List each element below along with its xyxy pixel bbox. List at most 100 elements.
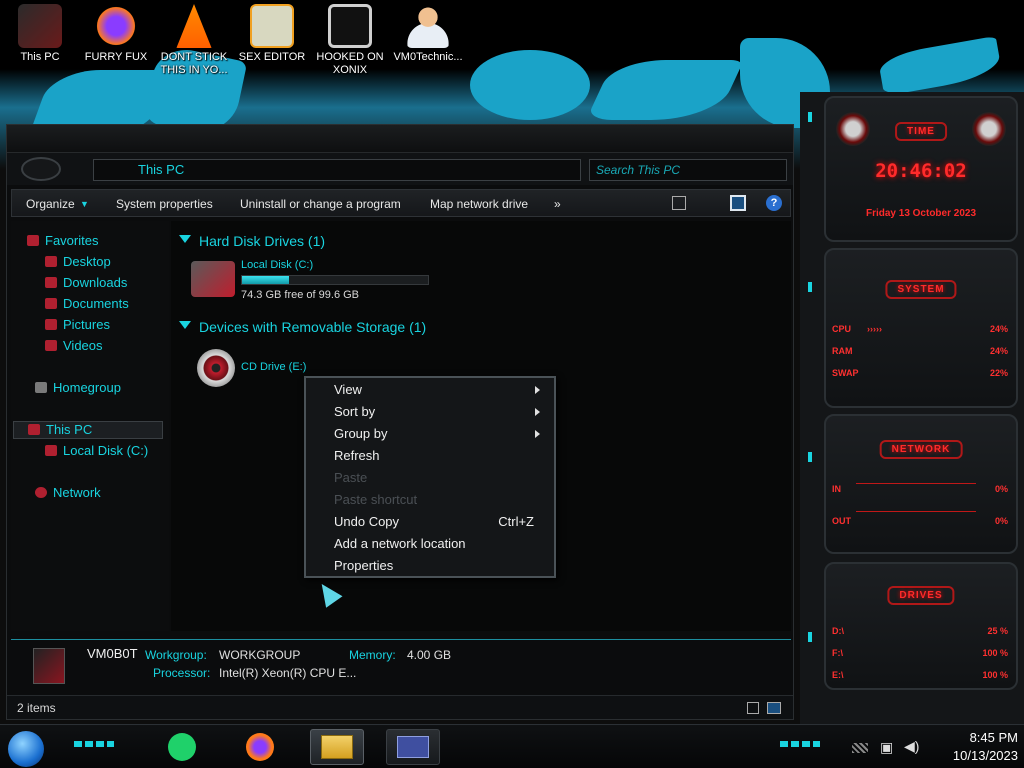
nav-homegroup[interactable]: Homegroup [35, 380, 121, 395]
preview-pane-icon[interactable] [730, 195, 746, 211]
view-options-icon[interactable] [672, 196, 686, 210]
nav-favorites[interactable]: Favorites [27, 233, 98, 248]
more-commands-button[interactable]: » [554, 197, 561, 211]
memory-value: 4.00 GB [407, 648, 452, 662]
uninstall-program-button[interactable]: Uninstall or change a program [240, 197, 401, 211]
computer-icon [33, 648, 65, 684]
taskbar-accent [780, 741, 820, 747]
help-icon[interactable]: ? [766, 195, 782, 211]
menu-item-sort-by[interactable]: Sort by [334, 402, 540, 422]
this-pc-icon [18, 4, 62, 48]
status-bar: 2 items [7, 695, 793, 719]
details-view-icon[interactable] [747, 702, 759, 714]
drive-e-name[interactable]: CD Drive (E:) [241, 361, 306, 373]
network-row-in: IN 0% [832, 484, 1008, 494]
desktop-icon-vlc[interactable]: DONT STICK THIS IN YO... [156, 4, 232, 77]
sidebar-accent [808, 282, 812, 292]
menu-item-add-network-location[interactable]: Add a network location [334, 534, 540, 554]
drive-row-e: E:\ 100 % [832, 670, 1008, 680]
menu-item-properties[interactable]: Properties [334, 556, 540, 576]
menu-item-paste-shortcut: Paste shortcut [334, 492, 418, 507]
vlc-icon [176, 4, 212, 48]
network-gadget[interactable]: NETWORK IN 0% OUT 0% [824, 414, 1018, 554]
workgroup-value: WORKGROUP [219, 648, 301, 662]
start-orb-icon[interactable] [8, 731, 44, 767]
group-header-removable[interactable]: Devices with Removable Storage (1) [179, 319, 426, 335]
back-forward-icon[interactable] [21, 157, 61, 181]
nav-downloads[interactable]: Downloads [45, 275, 127, 290]
system-properties-button[interactable]: System properties [116, 197, 213, 211]
taskbar-notes-app[interactable] [158, 729, 206, 765]
nav-desktop[interactable]: Desktop [45, 254, 111, 269]
desktop-icon-xonix[interactable]: HOOKED ON XONIX [312, 4, 388, 77]
address-bar[interactable]: This PC [93, 159, 581, 181]
documents-folder-icon [45, 298, 57, 309]
shortcut-hint: Ctrl+Z [498, 514, 534, 529]
desktop-icon-this-pc[interactable]: This PC [2, 4, 78, 64]
network-in-graph [856, 472, 976, 484]
processor-value: Intel(R) Xeon(R) CPU E... [219, 666, 357, 680]
map-network-drive-button[interactable]: Map network drive [430, 197, 528, 211]
hard-drive-icon[interactable] [191, 261, 235, 297]
menu-item-group-by[interactable]: Group by [334, 424, 540, 444]
taskbar-file-explorer[interactable] [310, 729, 364, 765]
system-clock[interactable]: 8:45 PM 10/13/2023 [953, 729, 1018, 765]
desktop-icon-firefox[interactable]: FURRY FUX [78, 4, 154, 64]
time-gadget-title: TIME [895, 122, 947, 141]
memory-label: Memory: [349, 648, 396, 662]
folder-icon [321, 735, 353, 759]
sidebar-accent [808, 452, 812, 462]
nav-documents[interactable]: Documents [45, 296, 129, 311]
system-gadget-title: SYSTEM [885, 280, 957, 299]
desktop-icon-user[interactable]: VM0Technic... [390, 4, 466, 64]
clock-date: 10/13/2023 [952, 748, 1018, 763]
sidebar-accent [808, 112, 812, 122]
meter-icon: ››››› [867, 324, 883, 334]
drives-gadget[interactable]: DRIVES D:\ 25 % F:\ 100 % E:\ 100 % [824, 562, 1018, 690]
search-placeholder: Search This PC [596, 163, 681, 177]
sidebar-accent [808, 632, 812, 642]
menu-item-view[interactable]: View [334, 380, 540, 400]
volume-icon[interactable]: ◀) [904, 738, 919, 755]
desktop-icon-hxd[interactable]: SEX EDITOR [234, 4, 310, 64]
nav-this-pc[interactable]: This PC [13, 421, 163, 439]
nav-pictures[interactable]: Pictures [45, 317, 110, 332]
system-window-icon [397, 736, 429, 758]
taskbar-system-window[interactable] [386, 729, 440, 765]
organize-button[interactable]: Organize [26, 197, 75, 211]
homegroup-icon [35, 382, 47, 393]
drive-c-usage-bar [241, 275, 429, 285]
show-hidden-icons-icon[interactable] [852, 743, 868, 753]
menu-item-refresh[interactable]: Refresh [334, 446, 540, 466]
network-out-graph [856, 500, 976, 512]
videos-folder-icon [45, 340, 57, 351]
game-icon [328, 4, 372, 48]
time-gadget[interactable]: TIME 20:46:02 Friday 13 October 2023 [824, 96, 1018, 242]
network-row-out: OUT 0% [832, 516, 1008, 526]
system-gadget[interactable]: SYSTEM CPU ››››› 24% RAM 24% SWAP 22% [824, 248, 1018, 408]
workgroup-label: Workgroup: [145, 648, 207, 662]
desktop-folder-icon [45, 256, 57, 267]
details-pane: VM0B0T Workgroup: WORKGROUP Memory: 4.00… [11, 639, 791, 689]
nav-network[interactable]: Network [35, 485, 101, 500]
network-tray-icon[interactable]: ▣ [880, 739, 893, 756]
menu-item-undo-copy[interactable]: Undo Copy Ctrl+Z [334, 512, 540, 532]
submenu-arrow-icon [535, 430, 540, 438]
date-display: Friday 13 October 2023 [865, 208, 977, 219]
nav-videos[interactable]: Videos [45, 338, 103, 353]
cd-drive-icon[interactable] [197, 349, 235, 387]
group-header-hdd[interactable]: Hard Disk Drives (1) [179, 233, 325, 249]
item-count: 2 items [17, 701, 56, 715]
drive-c-name[interactable]: Local Disk (C:) [241, 259, 313, 271]
taskbar-firefox[interactable] [236, 729, 284, 765]
title-bar[interactable] [7, 125, 793, 153]
search-input[interactable]: Search This PC [589, 159, 787, 181]
nav-local-disk[interactable]: Local Disk (C:) [45, 443, 148, 458]
submenu-arrow-icon [535, 408, 540, 416]
large-icons-view-icon[interactable] [767, 702, 781, 714]
address-text: This PC [138, 162, 185, 177]
submenu-arrow-icon [535, 386, 540, 394]
clock-display: 20:46:02 [875, 160, 967, 182]
downloads-folder-icon [45, 277, 57, 288]
hxd-icon [250, 4, 294, 48]
